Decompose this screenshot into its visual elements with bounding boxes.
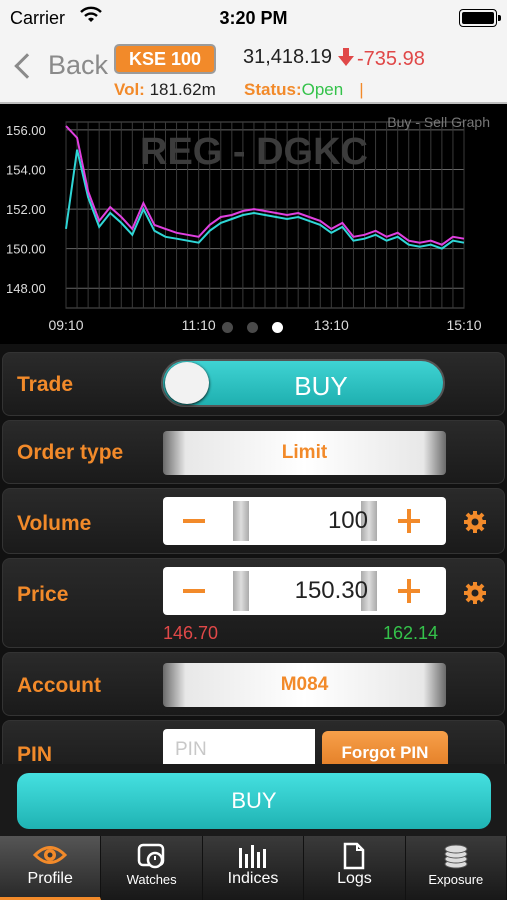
header: Back KSE 100 Vol: 181.62m 31,418.19 -735… [0,36,507,104]
price-upper-limit: 162.14 [383,623,439,643]
index-value: 31,418.19 [243,46,332,68]
x-tick-label: 11:10 [182,317,216,333]
trade-row: Trade BUY [2,352,505,416]
tab-watches[interactable]: Watches [101,836,203,900]
chart-canvas: 156.00 154.00 152.00 150.00 148.00 09:10 11:10… [6,114,490,333]
gear-icon[interactable] [463,581,487,605]
page-indicator[interactable] [222,322,283,333]
market-status: Status:Open | [244,80,364,100]
volume-info: Vol: 181.62m [114,80,216,100]
tab-exposure[interactable]: Exposure [406,836,507,900]
watch-icon [137,843,164,869]
volume-label: Vol: [114,80,145,99]
tab-bar: Profile Watches Indices Logs Exposure [0,836,507,900]
index-change: -735.98 [357,48,425,70]
status-separator: | [359,80,364,99]
volume-stepper[interactable]: 100 [163,497,446,545]
volume-input[interactable]: 100 [328,507,368,535]
document-icon [344,842,365,870]
tab-label: Indices [227,870,279,887]
buy-button[interactable]: BUY [17,773,491,829]
chevron-left-icon [14,52,40,79]
volume-decrement-button[interactable] [183,519,205,523]
trade-label: Trade [17,373,74,396]
y-tick-label: 156.00 [6,123,46,138]
buy-bar: BUY [0,764,507,836]
tab-label: Logs [337,870,372,887]
page-dot-active [272,322,283,333]
trade-value: BUY [294,371,348,401]
tab-profile[interactable]: Profile [0,836,102,900]
account-label: Account [17,674,101,697]
page-dot [222,322,233,333]
price-chart[interactable]: 156.00 154.00 152.00 150.00 148.00 09:10 11:10… [0,106,507,342]
x-tick-label: 15:10 [446,317,481,333]
status-value: Open [301,80,344,99]
gear-icon[interactable] [463,510,487,534]
coins-icon [444,844,468,869]
stepper-divider [233,571,249,611]
bars-icon [239,845,267,868]
battery-icon [459,9,501,27]
y-tick-label: 152.00 [6,202,46,217]
tab-indices[interactable]: Indices [203,836,305,900]
price-decrement-button[interactable] [183,589,205,593]
volume-label: Volume [17,512,92,535]
price-increment-button[interactable] [398,579,420,603]
order-type-select[interactable]: Limit [163,431,446,475]
tab-label: Watches [126,872,177,887]
trade-toggle[interactable]: BUY [161,359,445,407]
volume-increment-button[interactable] [398,509,420,533]
y-tick-label: 154.00 [6,162,46,177]
arrow-down-icon [338,48,354,66]
eye-icon [33,846,68,864]
x-tick-label: 13:10 [314,317,349,333]
x-tick-label: 09:10 [48,317,83,333]
page-dot [247,322,258,333]
account-select[interactable]: M084 [163,663,446,707]
order-type-label: Order type [17,441,124,464]
chart-watermark: REG - DGKC [140,131,368,173]
tab-logs[interactable]: Logs [304,836,406,900]
chart-title: Buy - Sell Graph [387,114,490,130]
price-label: Price [17,583,69,606]
account-row: Account M084 [2,652,505,716]
volume-value: 181.62m [149,80,216,99]
tab-label: Profile [27,870,73,887]
price-row: Price 150.30 146.70 162.14 [2,558,505,648]
back-label: Back [48,50,109,80]
tab-label: Exposure [428,872,484,887]
status-bar: Carrier 3:20 PM [0,0,507,36]
volume-row: Volume 100 [2,488,505,554]
order-type-row: Order type Limit [2,420,505,484]
price-lower-limit: 146.70 [163,623,219,643]
order-form: Trade BUY Order type Limit Volume 100 Pr [0,344,507,780]
status-label: Status: [244,80,302,99]
index-badge[interactable]: KSE 100 [114,44,216,74]
back-button[interactable]: Back [12,50,108,81]
clock: 3:20 PM [219,8,288,28]
price-stepper[interactable]: 150.30 [163,567,446,615]
y-tick-label: 150.00 [6,242,46,257]
y-tick-label: 148.00 [6,281,46,296]
stepper-divider [233,501,249,541]
price-input[interactable]: 150.30 [295,577,368,605]
